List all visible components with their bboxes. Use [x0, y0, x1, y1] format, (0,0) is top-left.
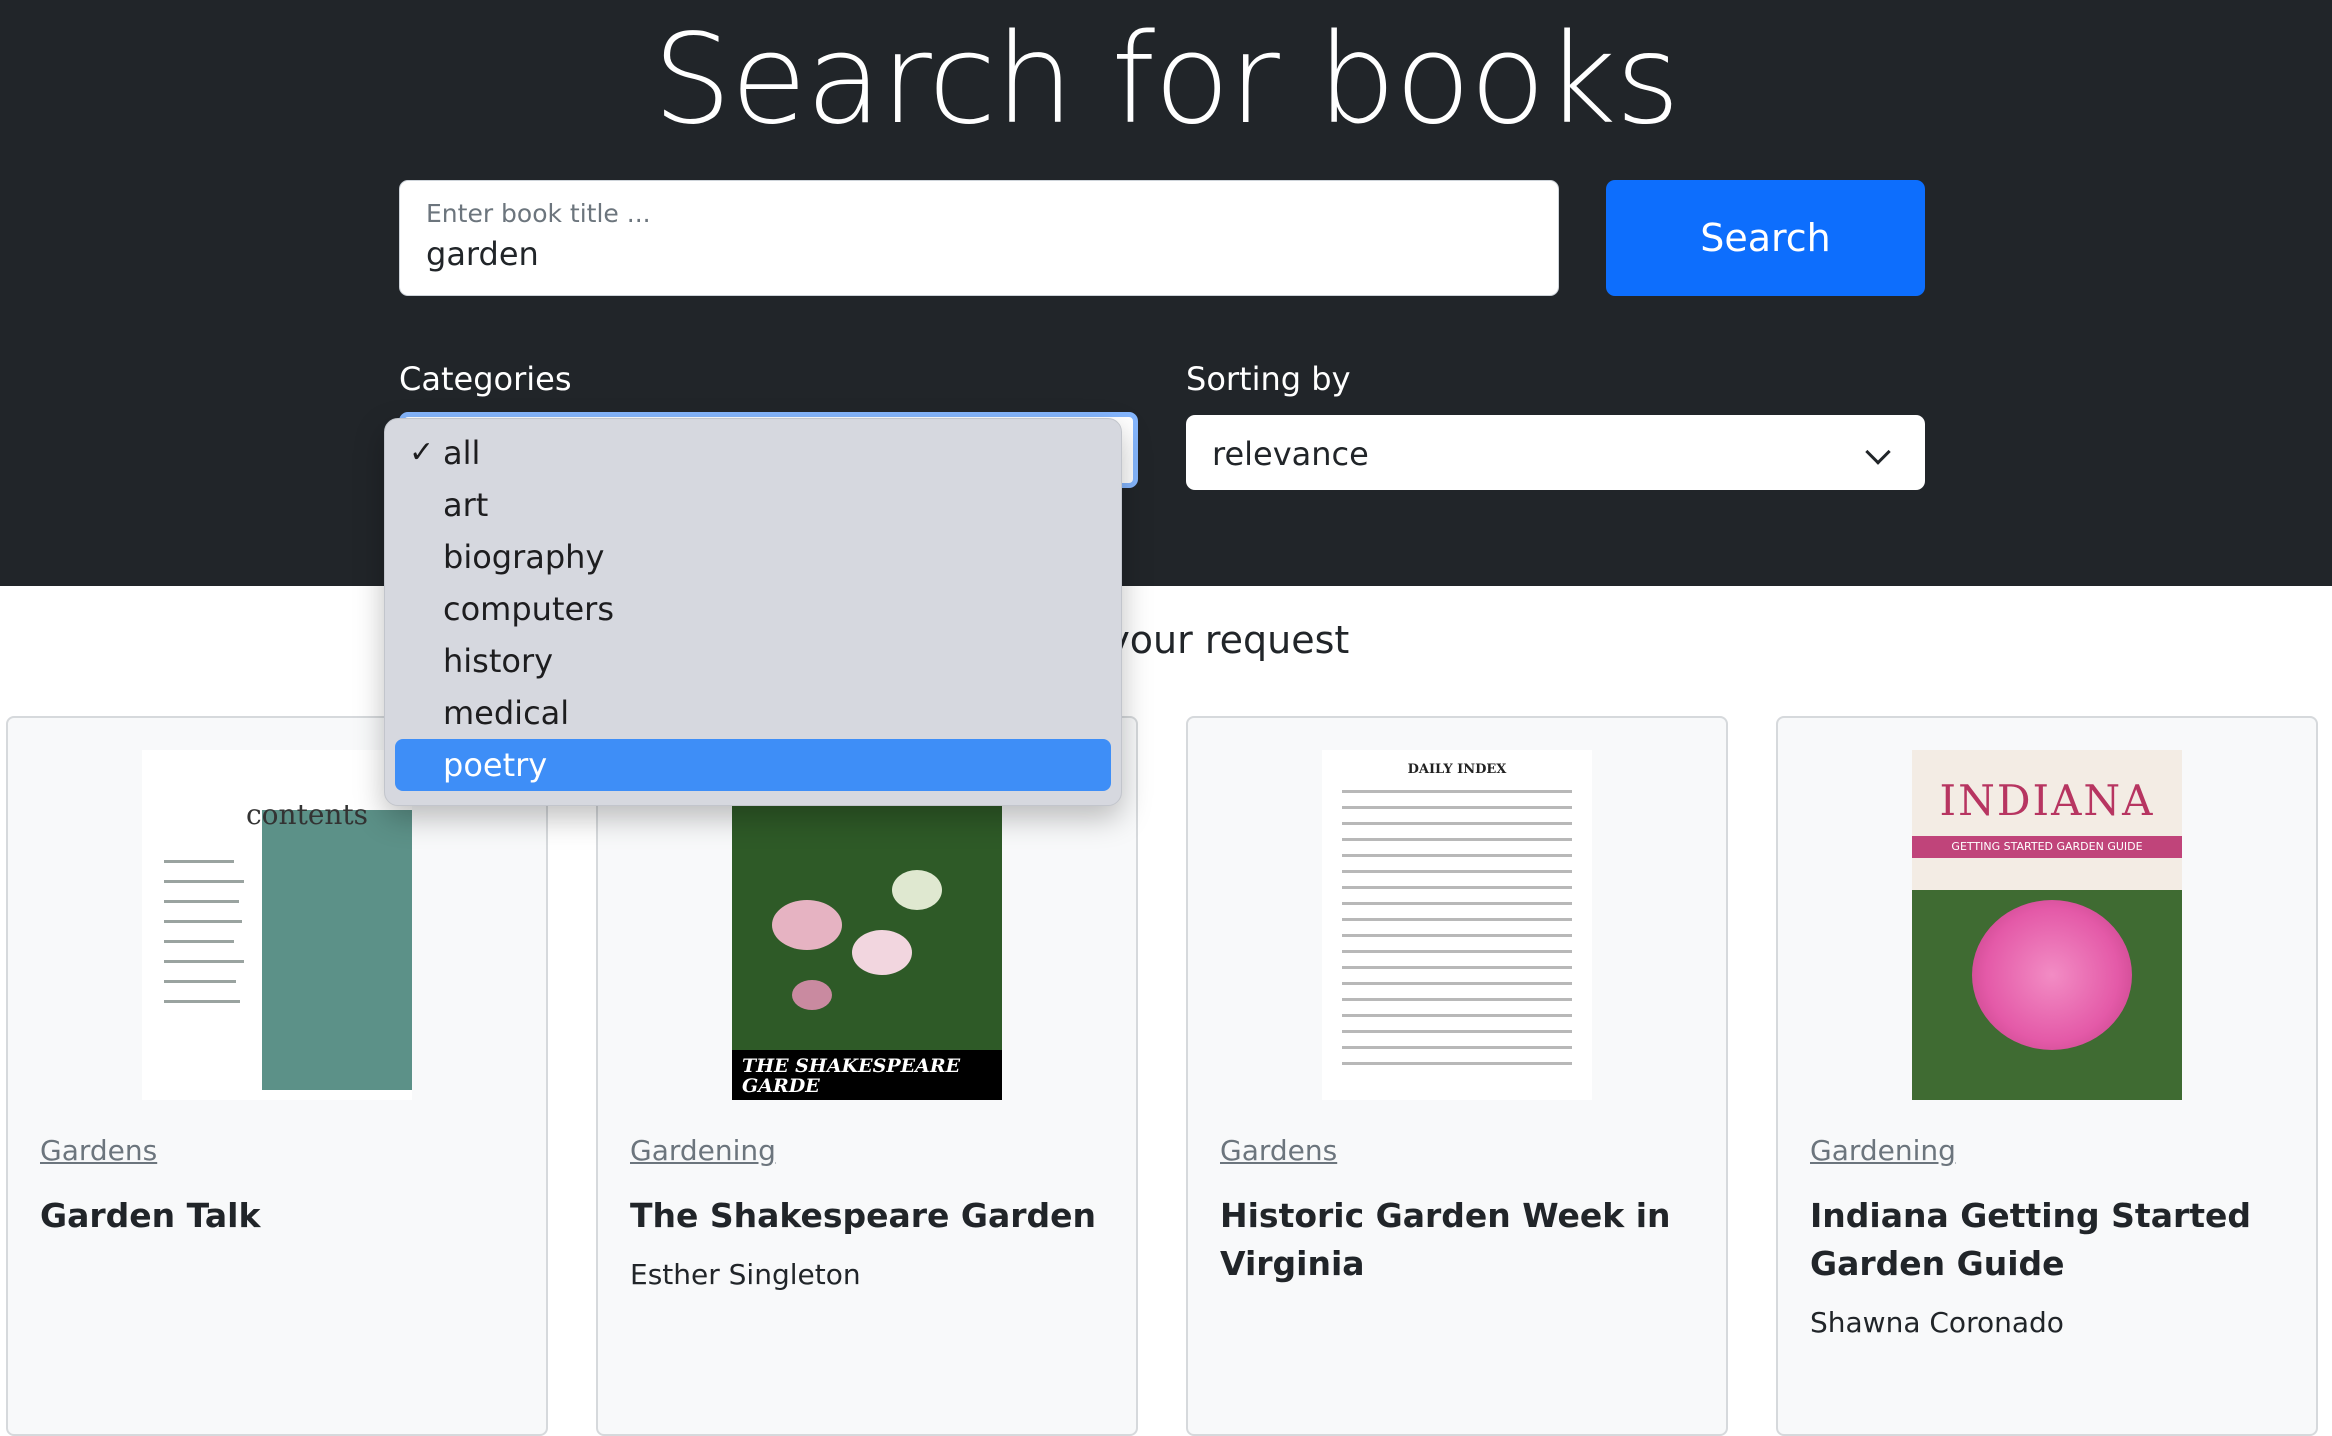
card-author: Esther Singleton	[630, 1258, 861, 1291]
header: Search for books Enter book title ... ga…	[0, 0, 2332, 586]
search-button[interactable]: Search	[1606, 180, 1925, 296]
card-category-link[interactable]: Gardening	[1810, 1134, 1956, 1167]
card-title[interactable]: The Shakespeare Garden	[630, 1192, 1110, 1240]
card-category-link[interactable]: Gardens	[40, 1134, 157, 1167]
category-option-computers[interactable]: computers	[395, 583, 1111, 635]
book-card[interactable]: DAILY INDEX Gardens Historic Garden Week…	[1186, 716, 1728, 1436]
sorting-select[interactable]: relevance	[1186, 415, 1925, 490]
search-input-value[interactable]: garden	[426, 235, 539, 273]
book-card[interactable]: contents Gardens Garden Talk	[6, 716, 548, 1436]
card-category-link[interactable]: Gardens	[1220, 1134, 1337, 1167]
chevron-down-icon	[1865, 439, 1891, 465]
search-input[interactable]: Enter book title ... garden	[399, 180, 1559, 296]
card-title[interactable]: Garden Talk	[40, 1192, 520, 1240]
book-cover-image[interactable]: INDIANA GETTING STARTED GARDEN GUIDE	[1912, 750, 2182, 1100]
category-option-art[interactable]: art	[395, 479, 1111, 531]
category-option-all[interactable]: ✓ all	[395, 427, 1111, 479]
cover-text: DAILY INDEX	[1407, 762, 1507, 777]
card-title[interactable]: Historic Garden Week in Virginia	[1220, 1192, 1700, 1288]
categories-dropdown-menu[interactable]: ✓ all art biography computers history me…	[384, 418, 1122, 806]
card-category-link[interactable]: Gardening	[630, 1134, 776, 1167]
search-input-label: Enter book title ...	[426, 199, 651, 228]
card-title[interactable]: Indiana Getting Started Garden Guide	[1810, 1192, 2290, 1288]
sorting-value: relevance	[1212, 435, 1369, 473]
checkmark-icon: ✓	[409, 435, 435, 470]
category-option-poetry[interactable]: poetry	[395, 739, 1111, 791]
cover-subtitle: GETTING STARTED GARDEN GUIDE	[1912, 836, 2182, 858]
card-author: Shawna Coronado	[1810, 1306, 2064, 1339]
categories-label: Categories	[399, 360, 572, 398]
book-card[interactable]: THE SHAKESPEARE GARDE Gardening The Shak…	[596, 716, 1138, 1436]
cover-text: contents	[246, 798, 369, 831]
sorting-label: Sorting by	[1186, 360, 1351, 398]
book-card[interactable]: INDIANA GETTING STARTED GARDEN GUIDE Gar…	[1776, 716, 2318, 1436]
category-option-biography[interactable]: biography	[395, 531, 1111, 583]
book-cover-image[interactable]: DAILY INDEX	[1322, 750, 1592, 1100]
book-cover-image[interactable]: contents	[142, 750, 412, 1100]
category-option-medical[interactable]: medical	[395, 687, 1111, 739]
cover-text: INDIANA	[1939, 776, 2155, 825]
category-option-history[interactable]: history	[395, 635, 1111, 687]
cover-text: THE SHAKESPEARE GARDE	[732, 1050, 1002, 1100]
results-heading: nd for your request	[982, 618, 1350, 662]
page-title: Search for books	[652, 8, 1680, 152]
